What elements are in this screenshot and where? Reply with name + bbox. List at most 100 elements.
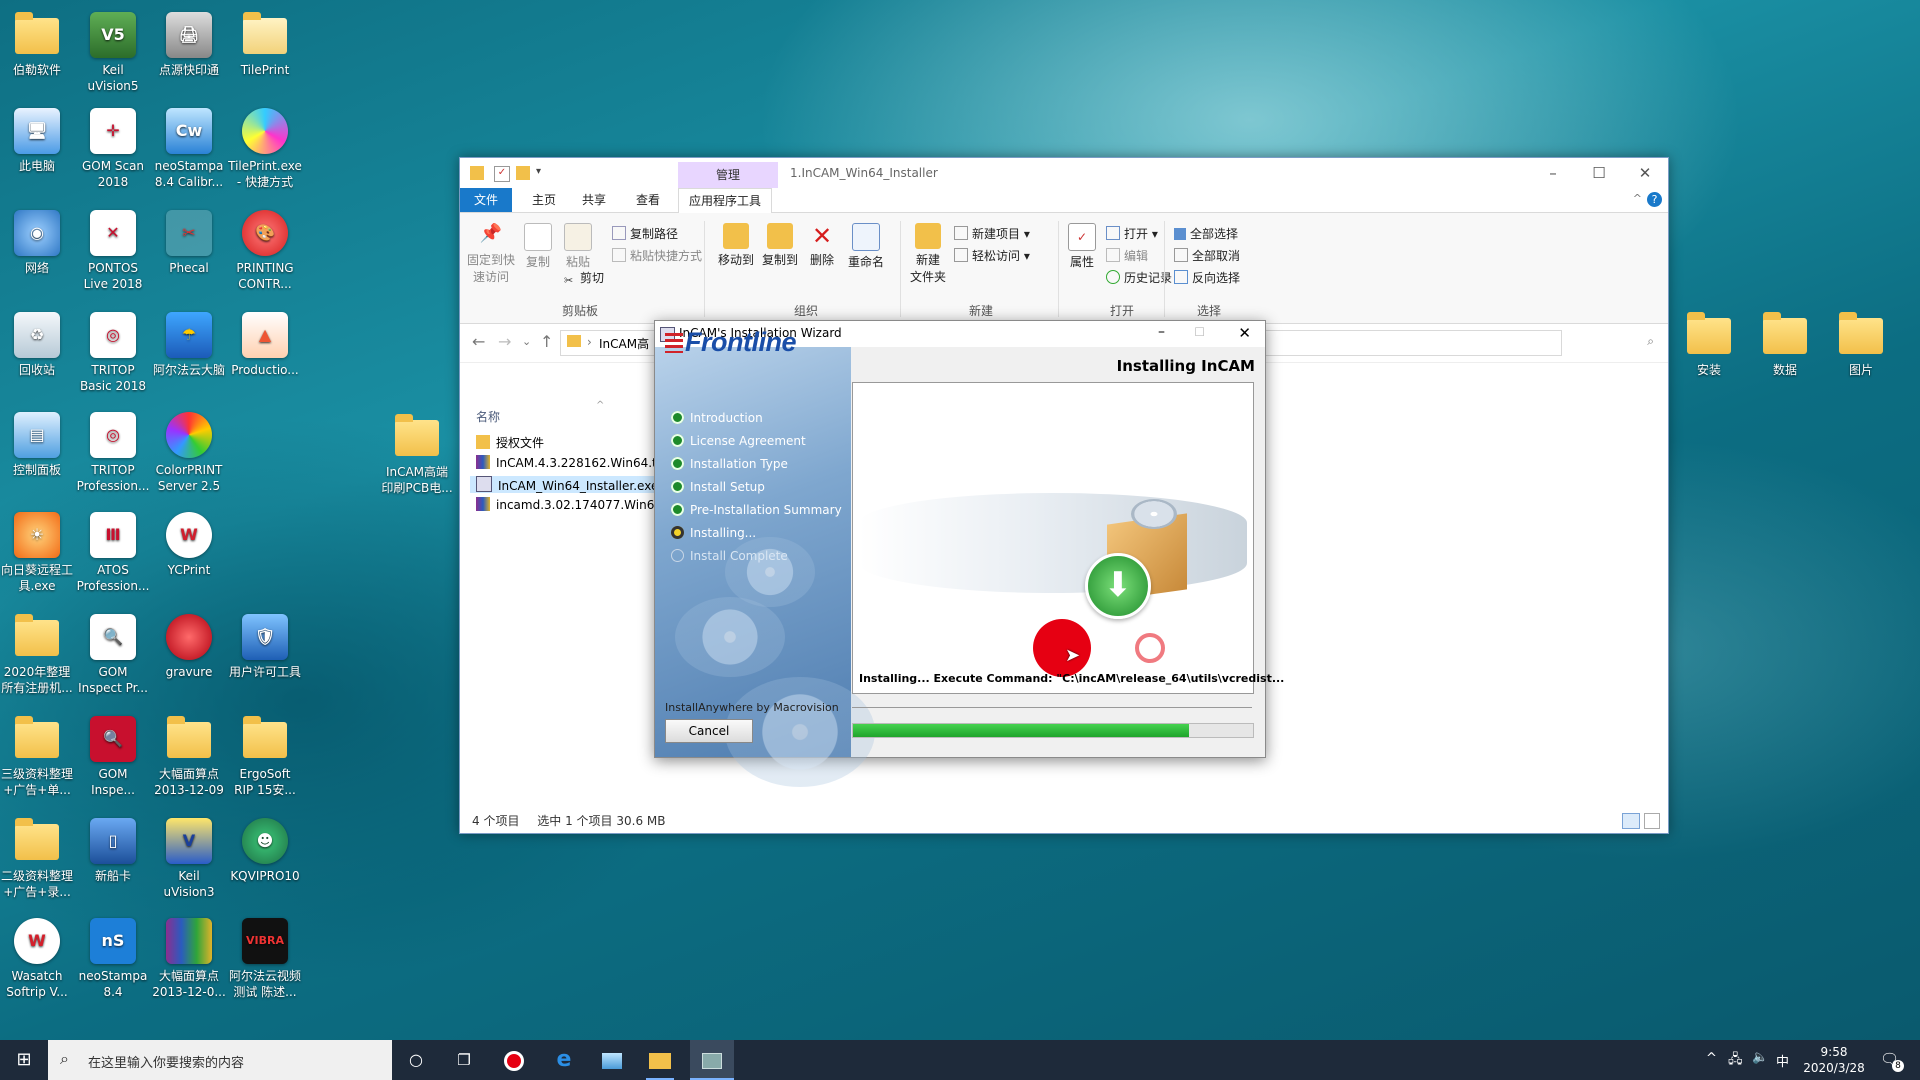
maximize-button[interactable]: ☐ [1576, 158, 1622, 188]
cut-button[interactable]: ✂ 剪切 [564, 269, 604, 287]
copy-button[interactable]: 复制 [520, 223, 556, 270]
tray-expand-icon[interactable]: ^ [1706, 1051, 1717, 1066]
desktop-icon[interactable]: ◉ 网络 [0, 210, 80, 276]
paste-shortcut-button[interactable]: 粘贴快捷方式 [612, 247, 702, 264]
new-folder-button[interactable]: 新建 文件夹 [906, 223, 950, 285]
desktop-icon[interactable]: 安装 [1666, 312, 1752, 378]
open-button[interactable]: 打开 ▾ [1106, 225, 1158, 242]
desktop-icon[interactable]: W Wasatch Softrip V... [0, 918, 80, 1000]
desktop-icon[interactable]: V5 Keil uVision5 [70, 12, 156, 94]
desktop-icon[interactable]: TilePrint [222, 12, 308, 78]
rename-button[interactable]: 重命名 [844, 223, 888, 270]
help-icon[interactable]: ? [1647, 192, 1662, 207]
desktop-icon[interactable]: V Keil uVision3 [146, 818, 232, 900]
edit-button[interactable]: 编辑 [1106, 247, 1148, 264]
list-item[interactable]: InCAM.4.3.228162.Win64.ta [476, 455, 664, 470]
collapse-ribbon-icon[interactable]: ^ [1633, 192, 1642, 205]
desktop-icon[interactable]: 二级资料整理 +广告+录... [0, 818, 80, 900]
new-folder-icon[interactable] [516, 166, 530, 180]
desktop-icon[interactable]: ☻ KQVIPRO10 [222, 818, 308, 884]
desktop-icon[interactable]: ColorPRINT Server 2.5 [146, 412, 232, 494]
select-all-button[interactable]: 全部选择 [1174, 225, 1238, 242]
tool-app-icon[interactable] [598, 1046, 626, 1074]
desktop-icon[interactable]: ✛ GOM Scan 2018 [70, 108, 156, 190]
task-view-icon[interactable]: ❐ [450, 1046, 478, 1074]
desktop-icon[interactable]: ✕ PONTOS Live 2018 [70, 210, 156, 292]
easy-access-button[interactable]: 轻松访问 ▾ [954, 247, 1030, 264]
paste-button[interactable]: 粘贴 [560, 223, 596, 270]
forward-arrow-icon[interactable]: → [498, 332, 511, 351]
file-explorer-taskbar-icon[interactable] [646, 1046, 674, 1074]
tab-file[interactable]: 文件 [460, 188, 513, 212]
tab-manage[interactable]: 管理 [678, 162, 778, 188]
search-icon[interactable]: ⌕ [1647, 334, 1654, 349]
ime-indicator[interactable]: 中 [1776, 1051, 1789, 1070]
desktop-icon[interactable]: ◎ TRITOP Profession... [70, 412, 156, 494]
tab-share[interactable]: 共享 [572, 188, 616, 212]
cancel-button[interactable]: Cancel [665, 719, 753, 743]
desktop-icon[interactable]: Ⅲ ATOS Profession... [70, 512, 156, 594]
properties-button[interactable]: ✓ 属性 [1064, 223, 1100, 270]
delete-button[interactable]: ✕ 删除 [804, 223, 840, 268]
desktop-icon[interactable]: 🔍 GOM Inspe... [70, 716, 156, 798]
desktop-icon[interactable]: Cw neoStampa 8.4 Calibr... [146, 108, 232, 190]
windows-start-icon[interactable]: ⊞ [10, 1046, 38, 1074]
desktop-icon[interactable]: W YCPrint [146, 512, 232, 578]
pin-quick-access-button[interactable]: 📌 固定到快 速访问 [466, 223, 516, 285]
list-item[interactable]: 授权文件 [476, 434, 544, 451]
desktop-icon[interactable]: 🛡 用户许可工具 [222, 614, 308, 680]
chevron-down-icon[interactable]: ▾ [536, 166, 550, 180]
breadcrumb[interactable]: InCAM高 [599, 335, 649, 352]
select-none-button[interactable]: 全部取消 [1174, 247, 1240, 264]
chevron-down-icon[interactable]: ⌄ [522, 335, 531, 348]
desktop-icon[interactable]: TilePrint.exe - 快捷方式 [222, 108, 308, 190]
desktop-icon[interactable]: ▤ 控制面板 [0, 412, 80, 478]
edge-browser-icon[interactable]: e [550, 1046, 578, 1074]
list-item-selected[interactable]: InCAM_Win64_Installer.exe [470, 476, 665, 493]
tab-view[interactable]: 查看 [626, 188, 670, 212]
minimize-button[interactable]: – [1530, 158, 1576, 188]
copy-path-button[interactable]: 复制路径 [612, 225, 678, 242]
desktop-icon[interactable]: ☂ 阿尔法云大脑 [146, 312, 232, 378]
desktop-icon[interactable]: ▲ Productio... [222, 312, 308, 378]
close-button[interactable]: ✕ [1622, 158, 1668, 188]
desktop-icon[interactable]: 大幅面算点 2013-12-09 [146, 716, 232, 798]
desktop-icon[interactable]: 三级资料整理 +广告+单... [0, 716, 80, 798]
desktop-icon[interactable]: ◎ TRITOP Basic 2018 [70, 312, 156, 394]
minimize-button[interactable]: – [1158, 324, 1165, 340]
desktop-icon[interactable]: ▯ 新船卡 [70, 818, 156, 884]
desktop-icon[interactable]: 图片 [1818, 312, 1904, 378]
taskbar-search-box[interactable]: ⌕ 在这里输入你要搜索的内容 [48, 1040, 392, 1080]
desktop-icon[interactable]: nS neoStampa 8.4 [70, 918, 156, 1000]
desktop-icon[interactable]: 🖥 此电脑 [0, 108, 80, 174]
recorder-app-icon[interactable] [500, 1046, 528, 1074]
desktop-icon[interactable]: 大幅面算点 2013-12-0... [146, 918, 232, 1000]
tab-app-tools[interactable]: 应用程序工具 [678, 188, 773, 214]
installer-taskbar-icon[interactable] [690, 1040, 734, 1080]
desktop-icon[interactable]: ♻ 回收站 [0, 312, 80, 378]
desktop-icon[interactable]: gravure [146, 614, 232, 680]
desktop-icon[interactable]: 2020年整理 所有注册机... [0, 614, 80, 696]
list-item[interactable]: incamd.3.02.174077.Win64.t [476, 497, 671, 512]
tab-home[interactable]: 主页 [522, 188, 566, 212]
cortana-icon[interactable]: ○ [402, 1046, 430, 1074]
desktop-icon[interactable]: 🎨 PRINTING CONTR... [222, 210, 308, 292]
desktop-icon[interactable]: 数据 [1742, 312, 1828, 378]
desktop-icon[interactable]: ✂ Phecal [146, 210, 232, 276]
history-button[interactable]: 历史记录 [1106, 269, 1172, 286]
invert-selection-button[interactable]: 反向选择 [1174, 269, 1240, 286]
volume-icon[interactable]: 🔈 [1752, 1050, 1768, 1065]
close-button[interactable]: ✕ [1238, 324, 1251, 342]
large-icons-view-icon[interactable] [1644, 813, 1660, 829]
move-to-button[interactable]: 移动到 [716, 223, 756, 268]
network-icon[interactable]: 🖧 [1728, 1050, 1743, 1072]
desktop-icon[interactable]: VIBRA 阿尔法云视频 测试 陈述... [222, 918, 308, 1000]
desktop-icon[interactable]: ErgoSoft RIP 15安... [222, 716, 308, 798]
clock[interactable]: 9:58 2020/3/28 [1794, 1044, 1874, 1076]
desktop-icon[interactable]: 🖨 点源快印通 [146, 12, 232, 78]
back-arrow-icon[interactable]: ← [472, 332, 485, 351]
desktop-icon[interactable]: InCAM高端 印刷PCB电... [374, 414, 460, 496]
desktop-icon[interactable]: ☀ 向日葵远程工 具.exe [0, 512, 80, 594]
copy-to-button[interactable]: 复制到 [760, 223, 800, 268]
properties-icon[interactable]: ✓ [494, 166, 510, 182]
